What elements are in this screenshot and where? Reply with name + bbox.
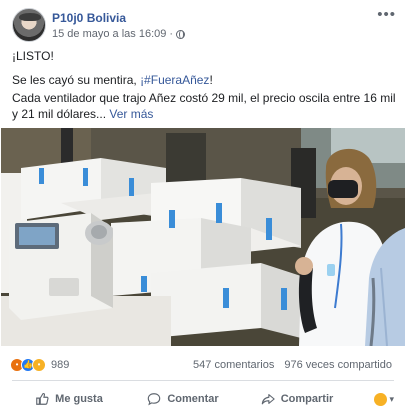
post-meta: 15 de mayo a las 16:09 · [52,28,186,40]
post-text-line-2: Se les cayó su mentira, ¡#FueraAñez! [12,72,398,88]
page-avatar[interactable] [12,8,46,42]
engagement-stats: 547 comentarios 976 veces compartido [193,359,392,371]
comments-count-link[interactable]: 547 comentarios [193,359,274,371]
comment-button[interactable]: Comentar [126,386,240,412]
reactions-summary[interactable]: • 👍 • 989 [10,358,69,372]
post-text-prefix: Se les cayó su mentira, [12,73,141,87]
share-button[interactable]: Compartir [240,386,354,412]
more-options-icon[interactable]: ••• [377,7,396,22]
comment-label: Comentar [167,393,219,405]
post-header: P10j0 Bolivia 15 de mayo a las 16:09 · •… [12,7,398,44]
reaction-picker[interactable]: ▾ [354,392,394,406]
chevron-down-icon: ▾ [389,393,394,404]
photo-scene [1,128,405,346]
thumbs-up-icon [36,393,49,405]
post-text-suffix: ! [209,73,213,87]
wow-icon: • [32,358,46,372]
hashtag-link[interactable]: ¡#FueraAñez [140,73,209,87]
meta-separator: · [169,28,174,40]
reaction-count: 989 [51,359,70,371]
globe-icon [176,29,186,39]
post-text-line-3: Cada ventilador que trajo Añez costó 29 … [12,90,398,122]
share-icon [261,394,275,405]
facebook-post-card: P10j0 Bolivia 15 de mayo a las 16:09 · •… [0,0,406,416]
post-timestamp[interactable]: 15 de mayo a las 16:09 [52,28,166,40]
post-photo[interactable] [1,128,405,346]
shares-count-link[interactable]: 976 veces compartido [284,359,392,371]
post-body-text: Cada ventilador que trajo Añez costó 29 … [12,91,396,121]
post-text-line-1: ¡LISTO! [12,49,54,63]
like-label: Me gusta [55,393,103,405]
divider [12,380,394,381]
see-more-link[interactable]: Ver más [109,107,153,121]
comment-icon [148,393,161,406]
like-button[interactable]: Me gusta [12,386,126,412]
share-label: Compartir [280,393,334,405]
page-name-link[interactable]: P10j0 Bolivia [52,11,126,25]
post-actions-bar: Me gusta Comentar Compartir ▾ [12,386,394,412]
smiley-icon [374,392,388,406]
